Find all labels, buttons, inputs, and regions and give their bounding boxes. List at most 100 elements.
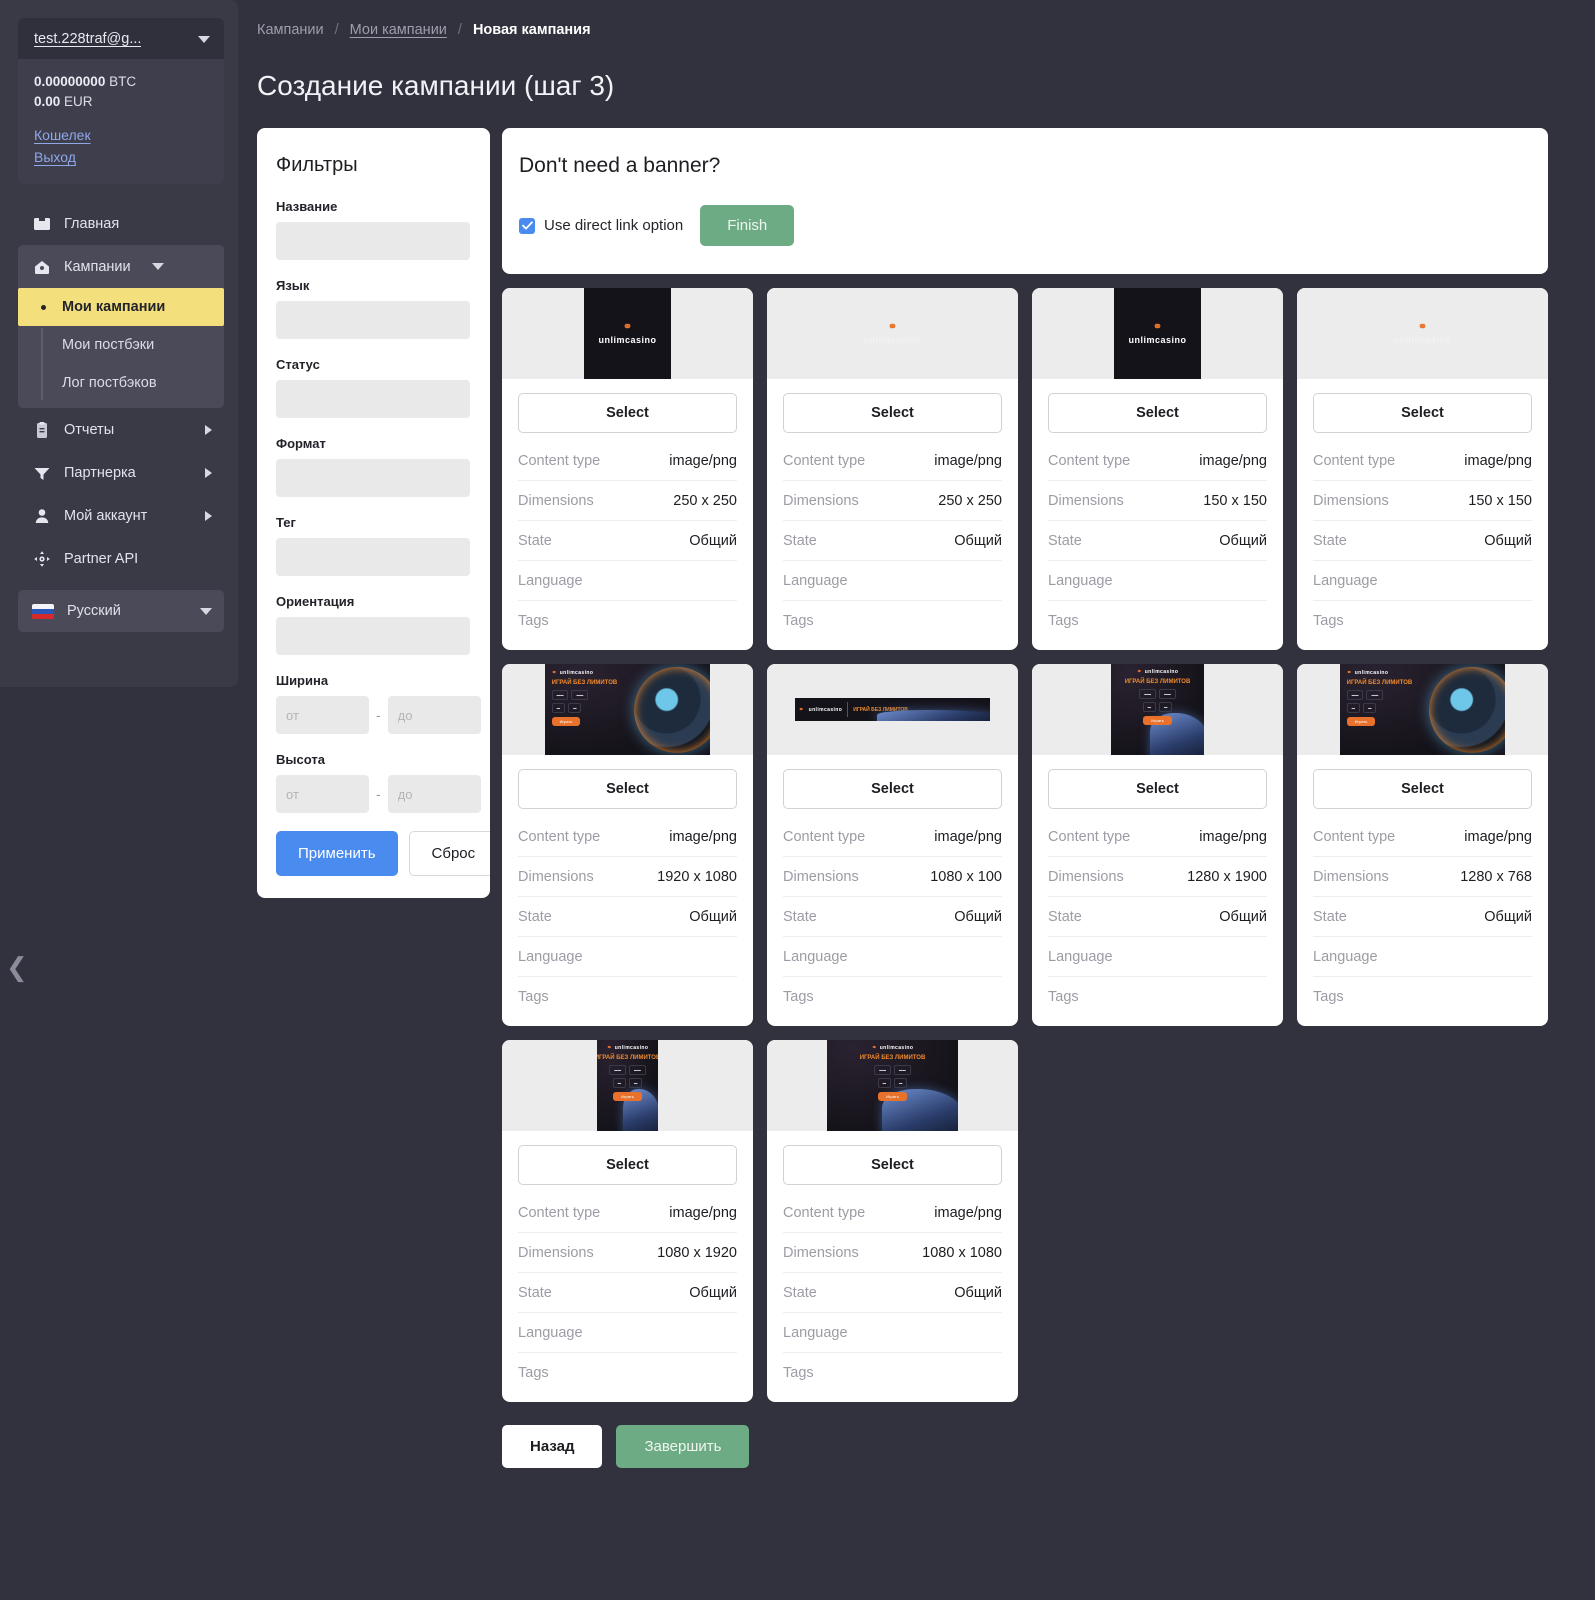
sidebar-item-partner-api[interactable]: Partner API xyxy=(18,537,224,580)
prop-key: Dimensions xyxy=(783,869,859,885)
sidebar-collapse-icon[interactable]: ❮ xyxy=(6,955,28,981)
breadcrumb-item-my-campaigns[interactable]: Мои кампании xyxy=(350,22,447,38)
select-banner-button[interactable]: Select xyxy=(1313,769,1532,809)
banner-card-body: Select Content type image/png Dimensions… xyxy=(1297,755,1548,1026)
sidebar-item-my-campaigns[interactable]: Мои кампании xyxy=(18,288,224,327)
sidebar-item-postback-log[interactable]: Лог постбэков xyxy=(18,364,224,402)
banner-thumbnail: ⚭ unlimcasino ИГРАЙ БЕЗ ЛИМИТОВ xyxy=(767,664,1018,755)
sidebar-subitem-label: Лог постбэков xyxy=(62,375,157,392)
banner-prop-state: State Общий xyxy=(1313,521,1532,561)
prop-key: Dimensions xyxy=(1048,493,1124,509)
banner-prop-language: Language xyxy=(1313,561,1532,601)
chevron-right-icon xyxy=(205,424,212,435)
banner-card-body: Select Content type image/png Dimensions… xyxy=(1297,379,1548,650)
filter-input-width-to[interactable] xyxy=(387,696,481,734)
filter-input-tag[interactable] xyxy=(276,538,470,576)
balance-amount: 0.00 xyxy=(34,94,61,110)
wallet-link[interactable]: Кошелек xyxy=(34,124,208,146)
banner-thumbnail: ⚭ unlimcasino xyxy=(502,288,753,379)
banner-card-body: Select Content type image/png Dimensions… xyxy=(1032,755,1283,1026)
select-banner-button[interactable]: Select xyxy=(518,769,737,809)
banners-column: Don't need a banner? Use direct link opt… xyxy=(502,128,1548,1498)
use-direct-link-checkbox[interactable] xyxy=(519,217,535,234)
banner-prop-content-type: Content type image/png xyxy=(1048,441,1267,481)
banner-prop-language: Language xyxy=(518,1313,737,1353)
sidebar-item-my-account[interactable]: Мой аккаунт xyxy=(18,494,224,537)
bullet-placeholder-icon xyxy=(41,343,46,348)
prop-key: State xyxy=(783,909,817,925)
prop-key: State xyxy=(1313,533,1347,549)
language-selector[interactable]: Русский xyxy=(18,590,224,633)
balance-currency: EUR xyxy=(64,94,93,110)
banner-prop-dimensions: Dimensions 1080 x 100 xyxy=(783,857,1002,897)
select-banner-button[interactable]: Select xyxy=(518,1145,737,1185)
select-banner-button[interactable]: Select xyxy=(518,393,737,433)
filter-input-height-from[interactable] xyxy=(276,775,369,813)
filter-input-width-from[interactable] xyxy=(276,696,369,734)
balance-currency: BTC xyxy=(109,74,137,89)
account-card: test.228traf@g... 0.00000000 BTC 0.00 EU… xyxy=(18,18,224,185)
prop-key: State xyxy=(1313,909,1347,925)
banner-prop-dimensions: Dimensions 1280 x 768 xyxy=(1313,857,1532,897)
select-banner-button[interactable]: Select xyxy=(1048,393,1267,433)
finish-button[interactable]: Finish xyxy=(700,205,795,246)
prop-value: image/png xyxy=(1199,829,1267,845)
back-button[interactable]: Назад xyxy=(502,1425,603,1468)
home-square-icon xyxy=(32,214,51,233)
banner-card-body: Select Content type image/png Dimensions… xyxy=(502,1131,753,1402)
prop-key: State xyxy=(783,1285,817,1301)
filter-input-orientation[interactable] xyxy=(276,617,470,655)
banner-prop-dimensions: Dimensions 150 x 150 xyxy=(1048,481,1267,521)
select-banner-button[interactable]: Select xyxy=(783,393,1002,433)
apply-filters-button[interactable]: Применить xyxy=(276,831,398,876)
prop-key: Dimensions xyxy=(518,869,594,885)
chevron-down-icon xyxy=(200,607,212,615)
prop-key: Content type xyxy=(1048,453,1131,469)
sidebar-item-reports[interactable]: Отчеты xyxy=(18,408,224,451)
banner-card: ⚭ unlimcasino ИГРАЙ БЕЗ ЛИМИТОВ ▬▬ ▬▬ ▬ ▬ Играт… xyxy=(502,1040,753,1402)
prop-value: 1080 x 1920 xyxy=(657,1245,737,1261)
banner-thumbnail: ⚭ unlimcasino xyxy=(1032,288,1283,379)
banner-prop-dimensions: Dimensions 1080 x 1080 xyxy=(783,1233,1002,1273)
account-selector[interactable]: test.228traf@g... xyxy=(18,18,224,59)
banner-card: ⚭ unlimcasino ИГРАЙ БЕЗ ЛИМИТОВ ▬▬ ▬▬ ▬ ▬ Играт… xyxy=(1032,664,1283,1026)
prop-value: 150 x 150 xyxy=(1203,493,1267,509)
logout-link[interactable]: Выход xyxy=(34,146,208,168)
complete-button[interactable]: Завершить xyxy=(616,1425,750,1468)
sidebar-item-my-postbacks[interactable]: Мои постбэки xyxy=(18,326,224,364)
sidebar-nav: Главная Кампании Мои кампании Мои постбэ… xyxy=(18,202,224,633)
sidebar-item-campaigns[interactable]: Кампании xyxy=(18,245,224,288)
filter-input-height-to[interactable] xyxy=(387,775,481,813)
prop-value: Общий xyxy=(1484,909,1532,925)
sidebar-item-home[interactable]: Главная xyxy=(18,202,224,245)
select-banner-button[interactable]: Select xyxy=(783,769,1002,809)
filter-input-name[interactable] xyxy=(276,222,470,260)
sidebar-item-partner-program[interactable]: Партнерка xyxy=(18,451,224,494)
filters-heading: Фильтры xyxy=(276,154,358,176)
prop-key: Language xyxy=(783,1325,848,1341)
filter-input-format[interactable] xyxy=(276,459,470,497)
banner-card-body: Select Content type image/png Dimensions… xyxy=(767,755,1018,1026)
filter-input-language[interactable] xyxy=(276,301,470,339)
breadcrumb-item-campaigns[interactable]: Кампании xyxy=(257,22,324,38)
banner-thumbnail: ⚭ unlimcasino ИГРАЙ БЕЗ ЛИМИТОВ ▬▬ ▬▬ ▬ ▬ Играт… xyxy=(1297,664,1548,755)
filter-field-height: Высота - xyxy=(276,752,481,813)
select-banner-button[interactable]: Select xyxy=(783,1145,1002,1185)
prop-value: Общий xyxy=(1484,533,1532,549)
reset-filters-button[interactable]: Сброс xyxy=(408,831,490,876)
prop-key: Content type xyxy=(1313,829,1396,845)
prop-value: 250 x 250 xyxy=(673,493,737,509)
prop-key: Tags xyxy=(1048,989,1079,1005)
banner-card: ⚭ unlimcasino ИГРАЙ БЕЗ ЛИМИТОВ Select Con… xyxy=(767,664,1018,1026)
banner-card-body: Select Content type image/png Dimensions… xyxy=(767,1131,1018,1402)
direct-link-row: Use direct link option Finish xyxy=(519,205,1526,246)
prop-value: Общий xyxy=(689,909,737,925)
prop-key: Language xyxy=(783,949,848,965)
filter-input-status[interactable] xyxy=(276,380,470,418)
campaign-icon xyxy=(32,257,51,276)
banner-card-body: Select Content type image/png Dimensions… xyxy=(767,379,1018,650)
prop-key: Content type xyxy=(783,453,866,469)
select-banner-button[interactable]: Select xyxy=(1313,393,1532,433)
prop-key: Content type xyxy=(1048,829,1131,845)
select-banner-button[interactable]: Select xyxy=(1048,769,1267,809)
